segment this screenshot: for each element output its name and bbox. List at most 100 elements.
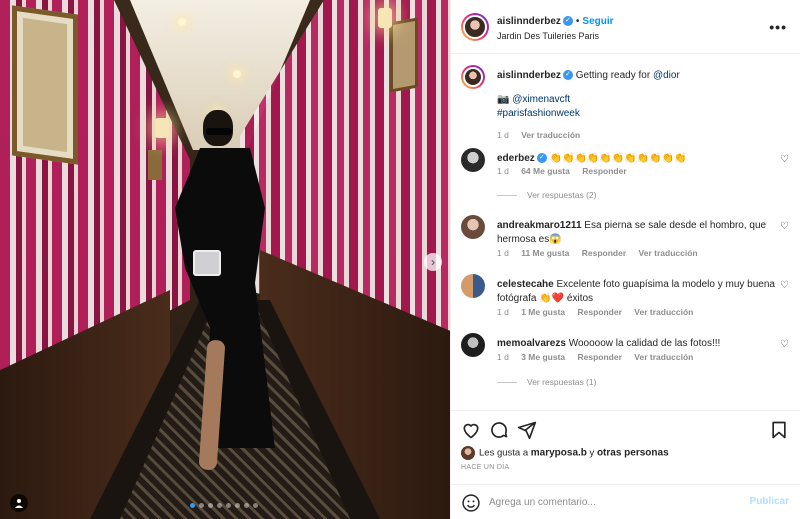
heart-icon[interactable]: ♡ [780, 280, 789, 291]
hashtag-link[interactable]: #parisfashionweek [497, 107, 777, 121]
heart-icon[interactable]: ♡ [780, 221, 789, 232]
comment-username[interactable]: andreakmaro1211 [497, 220, 582, 231]
comment-time[interactable]: 1 d [497, 248, 509, 258]
post-side-panel: aislinnderbez ✓ • Seguir Jardin Des Tuileri… [450, 0, 800, 519]
post-photo[interactable]: › [0, 0, 450, 519]
follow-button[interactable]: Seguir [582, 16, 613, 27]
add-comment-bar: Publicar [451, 484, 800, 519]
carousel-dot [208, 503, 213, 508]
avatar[interactable] [461, 446, 475, 460]
avatar[interactable] [461, 148, 485, 172]
reply-button[interactable]: Responder [582, 166, 626, 176]
heart-icon[interactable]: ♡ [780, 154, 789, 165]
reply-button[interactable]: Responder [578, 307, 622, 317]
verified-badge-icon: ✓ [536, 153, 547, 164]
instagram-post: › aislinnderbez ✓ • Seguir Jardin Des Tuile… [0, 0, 800, 519]
comment-likes[interactable]: 11 Me gusta [521, 248, 569, 258]
black-dress [175, 148, 275, 448]
share-icon[interactable] [517, 420, 537, 440]
comment-likes[interactable]: 3 Me gusta [521, 352, 565, 362]
carousel-indicator [190, 503, 258, 508]
comment-time[interactable]: 1 d [497, 307, 509, 317]
translate-button[interactable]: Ver traducción [521, 130, 580, 140]
wall-sconce [378, 8, 392, 28]
post-header: aislinnderbez ✓ • Seguir Jardin Des Tuileri… [451, 0, 800, 54]
more-horizontal-icon[interactable]: ••• [769, 19, 787, 35]
mention-link[interactable]: @dior [653, 70, 680, 81]
comment-time[interactable]: 1 d [497, 166, 509, 176]
location-link[interactable]: Jardin Des Tuileries Paris [497, 31, 599, 41]
carousel-dot [253, 503, 258, 508]
sunglasses [206, 128, 232, 135]
comment-likes[interactable]: 1 Me gusta [521, 307, 565, 317]
caption-body: aislinnderbez ✓ Getting ready for @dior 📷… [497, 69, 777, 121]
comment-meta: 1 d 64 Me gusta Responder [497, 166, 637, 176]
header-username[interactable]: aislinnderbez [497, 16, 561, 27]
comment-input[interactable] [489, 491, 739, 513]
avatar[interactable] [461, 333, 485, 357]
publish-button[interactable]: Publicar [750, 496, 789, 507]
carousel-dot [226, 503, 231, 508]
avatar[interactable] [461, 65, 485, 89]
header-user: aislinnderbez ✓ • Seguir [497, 16, 614, 27]
caption-meta: 1 d Ver traducción [497, 130, 590, 140]
post-timestamp[interactable]: HACE UN DÍA [461, 464, 509, 471]
model-figure [165, 110, 305, 480]
comment-likes[interactable]: 64 Me gusta [521, 166, 570, 176]
carousel-dot [199, 503, 204, 508]
painting-frame-right [390, 17, 418, 93]
carousel-dot [217, 503, 222, 508]
likes-user[interactable]: maryposa.b [531, 448, 587, 459]
view-replies-button[interactable]: Ver respuestas (2) [497, 190, 596, 200]
comment-body: memoalvarezs Wooooow la calidad de las f… [497, 337, 777, 351]
chevron-right-icon[interactable]: › [424, 253, 442, 271]
avatar[interactable] [461, 274, 485, 298]
comments-list[interactable]: aislinnderbez ✓ Getting ready for @dior 📷… [451, 55, 800, 407]
translate-button[interactable]: Ver traducción [634, 352, 693, 362]
comment-meta: 1 d 11 Me gusta Responder Ver traducción [497, 248, 708, 258]
painting-frame-left [12, 5, 78, 165]
comment-time[interactable]: 1 d [497, 352, 509, 362]
translate-button[interactable]: Ver traducción [634, 307, 693, 317]
likes-others[interactable]: otras personas [597, 448, 669, 459]
comment-text: Wooooow la calidad de las fotos!!! [568, 338, 721, 349]
heart-icon[interactable] [461, 420, 481, 440]
comment-body: ederbez ✓ 👏👏👏👏👏👏👏👏👏👏👏 [497, 152, 777, 166]
likes-summary: Les gusta a maryposa.b y otras personas [461, 446, 669, 460]
comment-icon[interactable] [489, 420, 509, 440]
likes-prefix: Les gusta a [479, 447, 529, 459]
carousel-dot [235, 503, 240, 508]
verified-badge-icon: ✓ [562, 16, 573, 27]
reply-button[interactable]: Responder [582, 248, 626, 258]
caption-username[interactable]: aislinnderbez [497, 70, 561, 81]
caption-text: Getting ready for [575, 70, 651, 81]
user-tag-icon[interactable] [10, 494, 28, 512]
camera-icon: 📷 [497, 94, 510, 105]
comment-username[interactable]: celestecahe [497, 279, 554, 290]
photographer-link[interactable]: @ximenavcft [512, 94, 570, 105]
post-actions [451, 410, 800, 446]
comment-meta: 1 d 1 Me gusta Responder Ver traducción [497, 307, 703, 317]
reply-button[interactable]: Responder [578, 352, 622, 362]
avatar[interactable] [461, 13, 489, 41]
comment-body: andreakmaro1211 Esa pierna se sale desde… [497, 219, 777, 247]
header-separator: • [575, 16, 580, 27]
painting-frame-small [148, 150, 162, 180]
comment-meta: 1 d 3 Me gusta Responder Ver traducción [497, 352, 703, 362]
comment-username[interactable]: memoalvarezs [497, 338, 566, 349]
caption-time[interactable]: 1 d [497, 130, 509, 140]
caption-credit: 📷 @ximenavcft [497, 93, 777, 107]
avatar[interactable] [461, 215, 485, 239]
comment-text: 👏👏👏👏👏👏👏👏👏👏👏 [549, 153, 687, 164]
emoji-icon[interactable] [461, 493, 481, 513]
ceiling-light [178, 18, 186, 26]
comment-username[interactable]: ederbez [497, 153, 535, 164]
view-replies-button[interactable]: Ver respuestas (1) [497, 377, 596, 387]
likes-middle: y [589, 447, 595, 459]
bookmark-icon[interactable] [769, 420, 789, 440]
verified-badge-icon: ✓ [562, 70, 573, 81]
heart-icon[interactable]: ♡ [780, 339, 789, 350]
carousel-dot [190, 503, 195, 508]
ceiling-light [233, 70, 241, 78]
translate-button[interactable]: Ver traducción [639, 248, 698, 258]
